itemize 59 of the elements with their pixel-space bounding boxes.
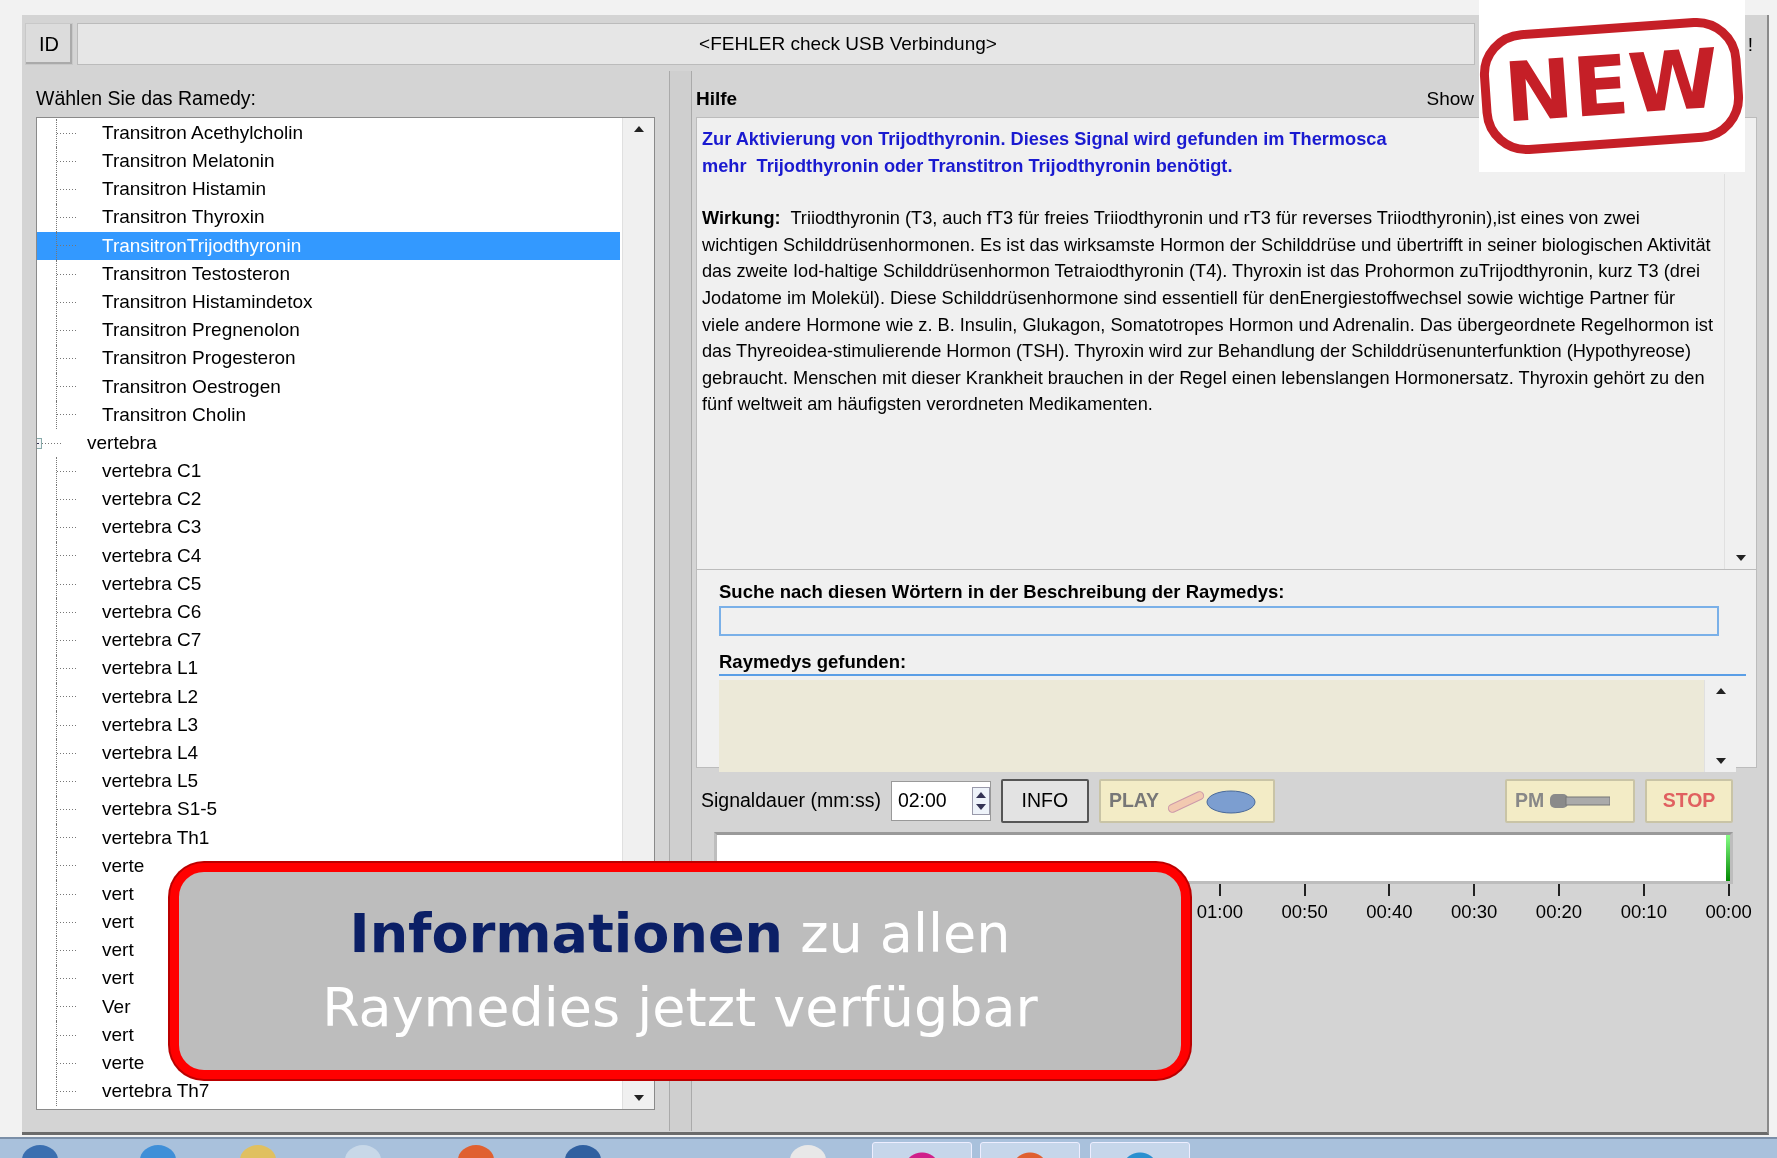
tree-item[interactable]: vertebra L2: [37, 682, 203, 711]
tree-item[interactable]: vertebra C3: [37, 513, 206, 542]
status-mark: !: [1747, 32, 1753, 57]
banner-text: Informationen zu allen: [349, 901, 1011, 967]
duration-spinner[interactable]: 02:00: [890, 781, 991, 821]
id-label: ID: [25, 23, 73, 65]
duration-label: Signaldauer (mm:ss): [701, 788, 881, 814]
status-field: <FEHLER check USB Verbindung>: [77, 23, 1475, 65]
tree-item[interactable]: Transitron Thyroxin: [37, 203, 269, 232]
tree-item[interactable]: Transitron Histamindetox: [37, 288, 317, 317]
tree-item[interactable]: Transitron Histamin: [37, 175, 270, 204]
tree-item[interactable]: vertebra C2: [37, 485, 206, 514]
tree-item[interactable]: Transitron Progesteron: [37, 344, 300, 373]
tree-item[interactable]: vertebra L4: [37, 739, 203, 768]
tree-item[interactable]: Ver: [37, 992, 135, 1021]
tree-item[interactable]: verte: [37, 851, 149, 881]
panel-title: Wählen Sie das Ramedy:: [36, 86, 258, 112]
tree-item[interactable]: vertebra C4: [37, 541, 206, 570]
tree-item[interactable]: vertebra: [37, 429, 161, 458]
tree-item[interactable]: Transitron Melatonin: [37, 147, 279, 176]
tree-item[interactable]: vert: [37, 908, 138, 937]
description-text: Wirkung: Triiodthyronin (T3, auch fT3 für freies Triiodthyronin und rT3 für reverses Triiodthyronin),ist eines von zwei wichtigen Schilddrüsenhormonen. Es ist das wirksamste Hormon der Schilddrüse und übertrifft in seiner biologischen Aktivität das zweite Iod-haltige Schilddrüsenhormon Tetraiodthyronin (T4). Thyroxin ist das Prohormon zuTrijodthyronin, kurz T3 (drei Jodatome im Molekül). Diese Schilddrüsenhormone sind essentiell für denEnergiestoffwechsel sowie wichtige Partner für viele andere Hormone wie z. B. Insulin, Glukagon, Somatotropes Hormon und Adrenalin. Das übergeordnete Regelhormon ist das Thyreoidea-stimulierende Hormon (TSH). Thyroxin wird zur Behandlung der Schilddrüsenunterfunktion (Hypothyreose) gebraucht. Menschen mit dieser Krankheit brauchen in der Regel einen lebenslangen Hormonersatz. Thyroxin gehört zu den fünf weltweit am häufigsten verordneten Medikamenten.: [702, 207, 1714, 417]
tree-item[interactable]: vertebra Th7: [37, 1077, 214, 1106]
tree-item[interactable]: vertebra C1: [37, 457, 206, 486]
tree-item[interactable]: verte: [37, 1049, 149, 1078]
play-button[interactable]: PLAY: [1098, 779, 1275, 823]
scroll-down-arrow-icon[interactable]: [1735, 555, 1746, 561]
banner-text: Raymedies jetzt verfügbar: [322, 975, 1038, 1041]
scroll-up-arrow-icon[interactable]: [1715, 688, 1726, 694]
tree-item[interactable]: vertebra Th1: [37, 823, 214, 852]
intro-text: mehr Trijodthyronin oder Transtitron Trijodthyronin benötigt.: [702, 154, 1234, 178]
tree-item[interactable]: vert: [37, 936, 138, 965]
search-field[interactable]: [719, 606, 1719, 636]
spinner-arrows-icon[interactable]: [971, 787, 990, 815]
show-label: Show: [1426, 86, 1474, 111]
tree-item[interactable]: vertebra C6: [37, 598, 206, 627]
tree-item[interactable]: vertebra C5: [37, 570, 206, 599]
intro-text: Zur Aktivierung von Trijodthyronin. Dieses Signal wird gefunden im Thermosca: [702, 128, 1388, 151]
scroll-up-arrow-icon[interactable]: [633, 126, 644, 132]
tree-item[interactable]: vertebra S1-5: [37, 795, 222, 824]
tree-item[interactable]: vertebra C7: [37, 626, 206, 655]
panel-title: Hilfe: [696, 86, 738, 111]
progress-marker: [1726, 835, 1730, 881]
results-label: Raymedys gefunden:: [719, 648, 1746, 676]
search-label: Suche nach diesen Wörtern in der Beschreibung der Raymedys:: [719, 580, 1286, 604]
scroll-down-arrow-icon[interactable]: [1715, 758, 1726, 764]
tree-item[interactable]: Transitron Pregnenolon: [37, 316, 304, 345]
tree-item[interactable]: vert: [37, 880, 138, 909]
tree-item[interactable]: vertebra L3: [37, 710, 203, 740]
tree-item[interactable]: vertebra L1: [37, 654, 203, 683]
tree-item[interactable]: Transitron Cholin: [37, 400, 250, 430]
tree-item[interactable]: Transitron Acethylcholin: [37, 119, 307, 148]
tree-item[interactable]: Transitron Testosteron: [37, 259, 294, 289]
tree-item[interactable]: vert: [37, 1021, 138, 1050]
scroll-down-arrow-icon[interactable]: [633, 1095, 644, 1101]
tree-item[interactable]: vert: [37, 964, 138, 993]
tree-item[interactable]: vertebra L5: [37, 767, 203, 796]
info-button[interactable]: INFO: [1000, 779, 1089, 823]
tree-item[interactable]: Transitron Oestrogen: [37, 372, 285, 401]
